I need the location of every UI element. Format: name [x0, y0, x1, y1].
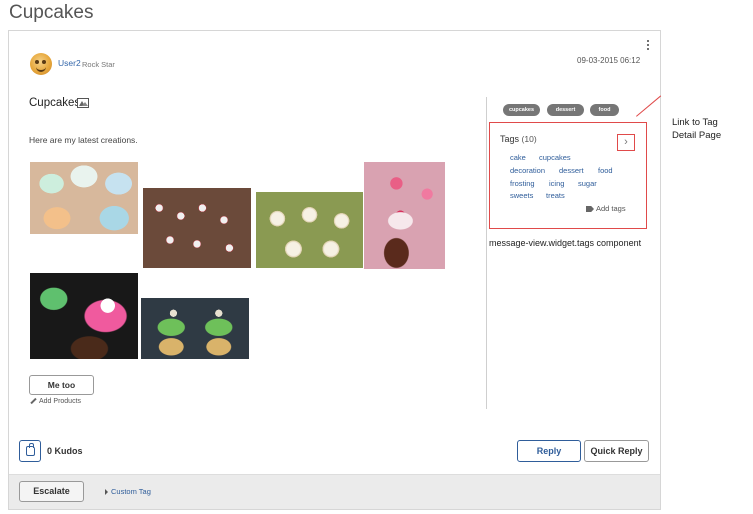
pencil-icon	[30, 397, 37, 405]
cupcake-photo-6[interactable]	[141, 298, 249, 359]
author-rank: Rock Star	[82, 60, 115, 69]
tag-pill-food[interactable]: food	[590, 104, 619, 116]
cupcake-photo-5[interactable]	[30, 273, 138, 359]
tag-pill-dessert[interactable]: dessert	[547, 104, 584, 116]
me-too-button[interactable]: Me too	[29, 375, 94, 395]
tag-link[interactable]: dessert	[559, 166, 584, 175]
cupcake-photo-2[interactable]	[143, 188, 251, 268]
callout-annotation: Link to Tag Detail Page	[672, 116, 752, 142]
callout-line-2: Detail Page	[672, 130, 722, 141]
sidebar-divider	[486, 97, 487, 409]
quick-reply-button[interactable]: Quick Reply	[584, 440, 649, 462]
custom-tag-link[interactable]: Custom Tag	[105, 487, 151, 496]
add-products-link[interactable]: Add Products	[30, 397, 82, 405]
cupcake-photo-3[interactable]	[256, 192, 363, 268]
reply-button[interactable]: Reply	[517, 440, 581, 462]
tag-link[interactable]: treats	[546, 191, 565, 200]
kudos-count: 0 Kudos	[47, 446, 83, 456]
tags-title-label: Tags	[500, 134, 520, 144]
tag-link[interactable]: sweets	[510, 191, 533, 200]
image-icon	[77, 98, 89, 108]
post-date: 09-03-2015 06:12	[577, 56, 641, 65]
tag-icon	[586, 206, 594, 213]
tag-link[interactable]: cake	[510, 153, 526, 162]
tag-link[interactable]: icing	[549, 179, 564, 188]
add-products-label: Add Products	[39, 398, 82, 405]
tag-detail-link-button[interactable]: ›	[617, 134, 635, 151]
kebab-menu-icon[interactable]	[638, 40, 658, 52]
tag-link[interactable]: sugar	[578, 179, 597, 188]
tag-pill-cupcakes[interactable]: cupcakes	[503, 104, 540, 116]
escalate-button[interactable]: Escalate	[19, 481, 84, 502]
author-name[interactable]: User2	[58, 58, 81, 68]
page-title: Cupcakes	[9, 2, 94, 23]
message-subject: Cupcakes	[29, 97, 81, 109]
message-body: Here are my latest creations.	[29, 135, 138, 145]
cupcake-photo-1[interactable]	[30, 162, 138, 234]
tag-link[interactable]: food	[598, 166, 613, 175]
tags-title: Tags (10)	[500, 134, 537, 144]
thumbs-up-icon	[26, 443, 35, 456]
custom-tag-label: Custom Tag	[111, 487, 151, 496]
callout-line-1: Link to Tag	[672, 117, 718, 128]
avatar[interactable]	[30, 53, 52, 75]
tags-count: (10)	[521, 134, 537, 144]
tag-link[interactable]: cupcakes	[539, 153, 571, 162]
cupcake-photo-4[interactable]	[364, 162, 445, 269]
caret-right-icon	[105, 489, 108, 496]
tag-link[interactable]: frosting	[510, 179, 535, 188]
add-tags-button[interactable]: Add tags	[586, 204, 626, 213]
add-tags-label: Add tags	[596, 204, 626, 213]
kudos-button[interactable]	[19, 440, 41, 462]
message-card	[8, 30, 661, 510]
component-annotation: message-view.widget.tags component	[489, 238, 642, 248]
tag-link[interactable]: decoration	[510, 166, 545, 175]
